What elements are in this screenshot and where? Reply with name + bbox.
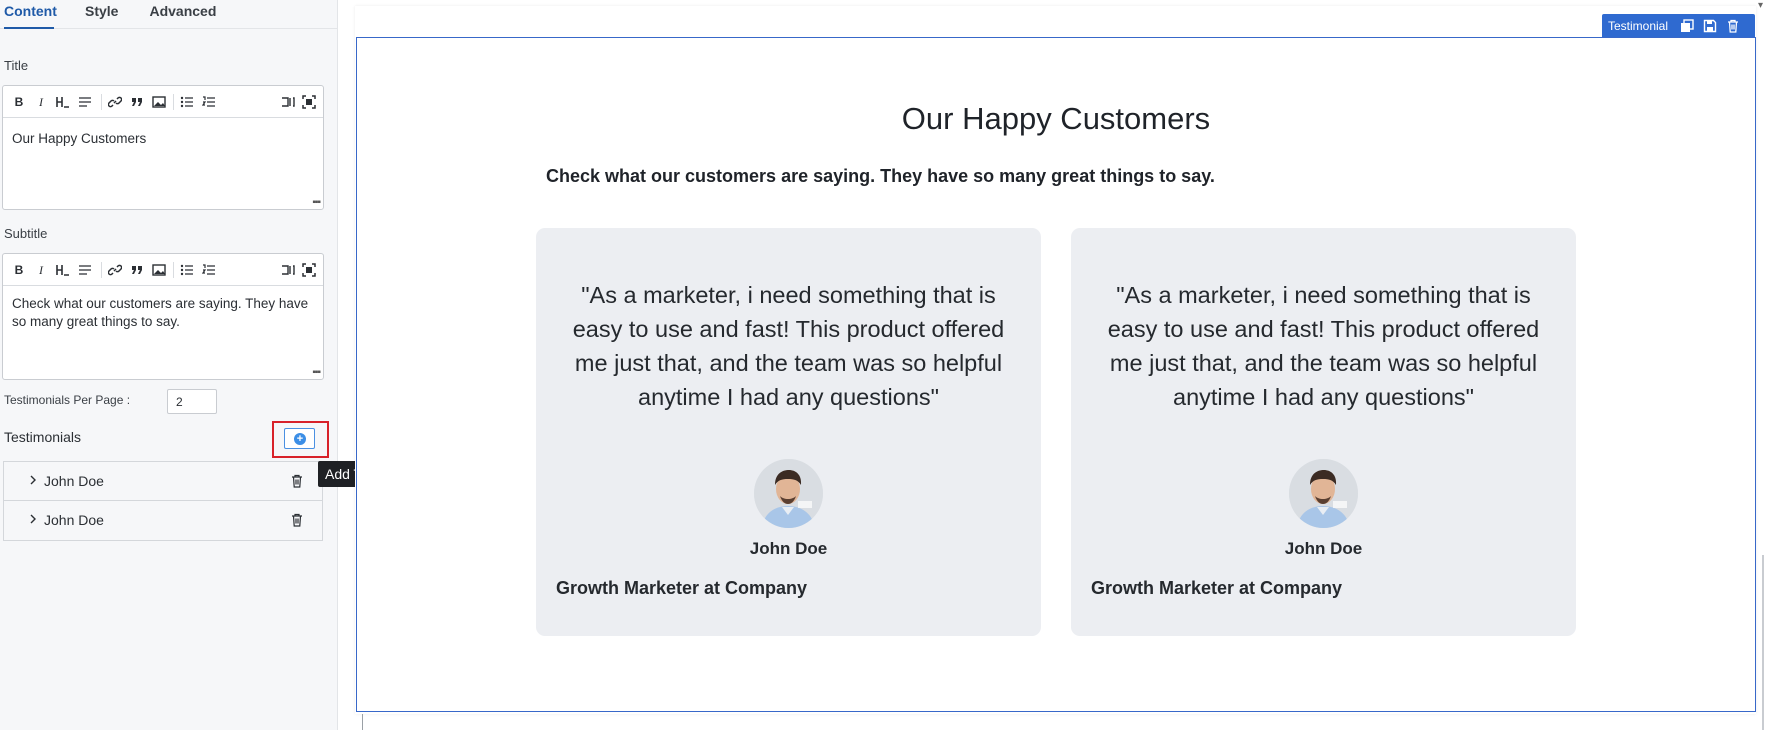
numbered-list-icon[interactable]: [201, 262, 217, 278]
trash-icon[interactable]: [290, 513, 304, 527]
quote-icon[interactable]: [129, 94, 145, 110]
toolbar-divider: [101, 262, 102, 278]
strikethrough-icon[interactable]: [77, 262, 93, 278]
testimonial-quote: "As a marketer, i need something that is…: [572, 282, 1005, 410]
image-icon[interactable]: [151, 94, 167, 110]
section-subtitle: Check what our customers are saying. The…: [546, 166, 1215, 186]
side-by-side-icon[interactable]: [280, 262, 296, 278]
testimonial-quote: "As a marketer, i need something that is…: [1107, 282, 1540, 410]
toolbar-divider: [173, 262, 174, 278]
avatar: [754, 459, 823, 528]
delete-icon[interactable]: [1726, 19, 1740, 33]
side-by-side-icon[interactable]: [280, 94, 296, 110]
bold-icon[interactable]: B: [11, 94, 27, 110]
tab-content[interactable]: Content: [4, 0, 57, 29]
numbered-list-icon[interactable]: [201, 94, 217, 110]
collapse-arrow-icon[interactable]: ▾: [1758, 0, 1763, 11]
per-page-label: Testimonials Per Page :: [4, 393, 131, 407]
bullet-list-icon[interactable]: [179, 94, 195, 110]
testimonial-card: "As a marketer, i need something that is…: [1071, 228, 1576, 636]
bullet-list-icon[interactable]: [179, 262, 195, 278]
toolbar-divider: [173, 94, 174, 110]
save-icon[interactable]: [1703, 19, 1717, 33]
italic-icon[interactable]: I: [33, 262, 49, 278]
duplicate-icon[interactable]: [1680, 18, 1694, 33]
testimonial-name: John Doe: [1284, 539, 1363, 558]
testimonial-item[interactable]: John Doe: [4, 501, 322, 540]
italic-icon[interactable]: I: [33, 94, 49, 110]
testimonial-role: Growth Marketer at Company: [556, 578, 808, 598]
section-title: Our Happy Customers: [901, 101, 1211, 136]
canvas-edge-divider: [362, 714, 363, 730]
testimonial-item[interactable]: John Doe: [4, 462, 322, 501]
per-page-row: Testimonials Per Page :: [4, 389, 217, 414]
title-editor-text[interactable]: Our Happy Customers: [12, 130, 312, 148]
widget-name: Testimonial: [1608, 18, 1669, 33]
testimonial-item-name: John Doe: [44, 473, 104, 489]
title-editor[interactable]: B I Our Happy Customers ▪▪▪: [2, 85, 324, 210]
strikethrough-icon[interactable]: [77, 94, 93, 110]
quote-icon[interactable]: [129, 262, 145, 278]
per-page-input[interactable]: [167, 389, 217, 414]
trash-icon[interactable]: [290, 474, 304, 488]
testimonial-name: John Doe: [749, 539, 828, 558]
scrollbar[interactable]: [1762, 555, 1764, 730]
tab-advanced[interactable]: Advanced: [149, 0, 216, 29]
bold-icon[interactable]: B: [11, 262, 27, 278]
testimonials-label: Testimonials: [4, 429, 82, 445]
link-icon[interactable]: [107, 94, 123, 110]
chevron-right-icon[interactable]: [26, 512, 40, 526]
chevron-right-icon[interactable]: [26, 473, 40, 487]
testimonial-card: "As a marketer, i need something that is…: [536, 228, 1041, 636]
heading-icon[interactable]: [55, 262, 71, 278]
image-icon[interactable]: [151, 262, 167, 278]
title-editor-toolbar: B I: [3, 86, 323, 118]
resize-handle-icon[interactable]: ▪▪▪: [312, 367, 321, 378]
subtitle-editor-text[interactable]: Check what our customers are saying. The…: [12, 295, 312, 331]
subtitle-field-label: Subtitle: [4, 226, 48, 241]
testimonial-item-name: John Doe: [44, 512, 104, 528]
title-field-label: Title: [4, 58, 29, 73]
link-icon[interactable]: [107, 262, 123, 278]
resize-handle-icon[interactable]: ▪▪▪: [312, 197, 321, 208]
toolbar-divider: [101, 94, 102, 110]
panel-tabs: Content Style Advanced: [0, 0, 338, 29]
widget-toolbar: Testimonial: [1602, 14, 1755, 37]
avatar: [1289, 459, 1358, 528]
testimonials-list: John Doe John Doe: [3, 461, 323, 541]
fullscreen-icon[interactable]: [301, 94, 317, 110]
add-testimonial-button[interactable]: +: [284, 428, 315, 449]
settings-panel: Content Style Advanced Title B I Our Hap…: [0, 0, 338, 730]
testimonial-role: Growth Marketer at Company: [1091, 578, 1343, 598]
tab-style[interactable]: Style: [85, 0, 118, 29]
heading-icon[interactable]: [55, 94, 71, 110]
subtitle-editor-toolbar: B I: [3, 254, 323, 286]
subtitle-editor[interactable]: B I Check what our customers are saying.…: [2, 253, 324, 380]
fullscreen-icon[interactable]: [301, 262, 317, 278]
plus-circle-icon: +: [294, 433, 306, 445]
